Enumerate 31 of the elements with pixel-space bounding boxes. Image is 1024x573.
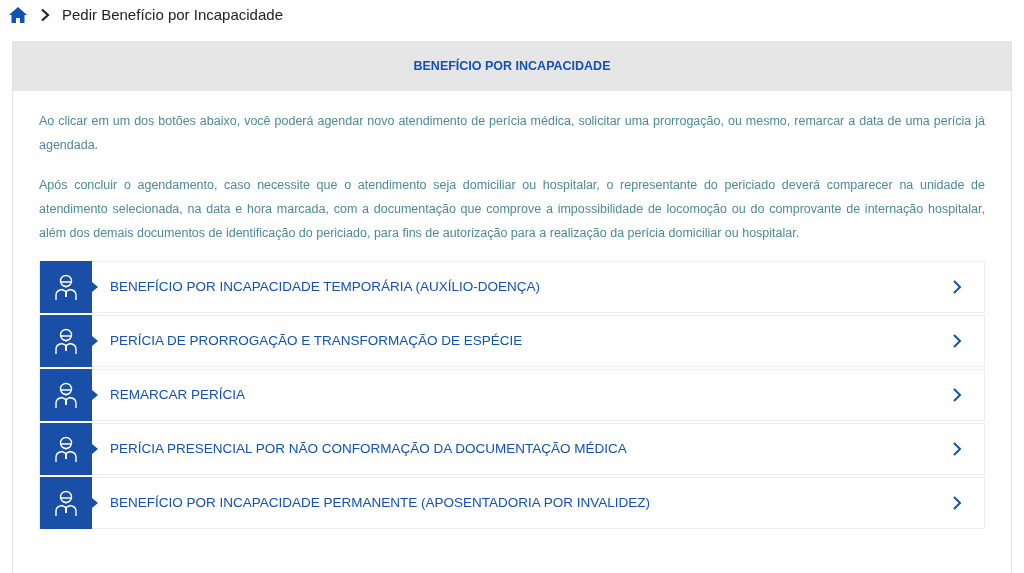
option-label: BENEFÍCIO POR INCAPACIDADE PERMANENTE (APOSENTADORIA POR INVALIDEZ) [110,493,652,512]
notch-icon [92,390,98,400]
option-button[interactable]: REMARCAR PERÍCIA [39,369,985,421]
chevron-right-icon [952,279,962,295]
notch-icon [92,444,98,454]
chevron-right-icon [952,441,962,457]
chevron-right-icon [952,495,962,511]
doctor-icon [54,273,78,301]
chevron-right-icon [952,333,962,349]
option-label: PERÍCIA DE PRORROGAÇÃO E TRANSFORMAÇÃO DE ESPÉCIE [110,331,524,350]
notch-icon [92,336,98,346]
option-button[interactable]: BENEFÍCIO POR INCAPACIDADE TEMPORÁRIA (AUXÍLIO-DOENÇA) [39,261,985,313]
doctor-icon [54,489,78,517]
notch-icon [92,498,98,508]
doctor-icon [54,327,78,355]
doctor-icon [54,381,78,409]
option-label: BENEFÍCIO POR INCAPACIDADE TEMPORÁRIA (AUXÍLIO-DOENÇA) [110,277,542,296]
chevron-right-icon [40,8,50,22]
chevron-right-icon [952,387,962,403]
option-label: REMARCAR PERÍCIA [110,385,247,404]
option-button[interactable]: PERÍCIA PRESENCIAL POR NÃO CONFORMAÇÃO DA DOCUMENTAÇÃO MÉDICA [39,423,985,475]
breadcrumb-current: Pedir Benefício por Incapacidade [62,4,283,25]
doctor-icon [54,435,78,463]
notch-icon [92,282,98,292]
description-paragraph: Ao clicar em um dos botões abaixo, você poderá agendar novo atendimento de perícia médica, solicitar uma prorrogação, ou mesmo, remarcar a data de uma perícia já agendada. [39,113,985,154]
option-button[interactable]: BENEFÍCIO POR INCAPACIDADE PERMANENTE (APOSENTADORIA POR INVALIDEZ) [39,477,985,529]
description-paragraph: Após concluir o agendamento, caso necessite que o atendimento seja domiciliar ou hospitalar, o representante do periciado deverá comparecer na unidade de atendimento selecionada, na data e hora marcada, com a documentação que comprove a impossibilidade de locomoção ou do comprovante de internação hospitalar, além dos demais documentos de identificação do periciado, para fins de autorização para a realização da perícia domiciliar ou hospitalar. [39,177,985,242]
option-button[interactable]: PERÍCIA DE PRORROGAÇÃO E TRANSFORMAÇÃO DE ESPÉCIE [39,315,985,367]
option-label: PERÍCIA PRESENCIAL POR NÃO CONFORMAÇÃO DA DOCUMENTAÇÃO MÉDICA [110,439,628,458]
home-icon[interactable] [8,6,28,24]
panel-title: BENEFÍCIO POR INCAPACIDADE [413,57,611,76]
